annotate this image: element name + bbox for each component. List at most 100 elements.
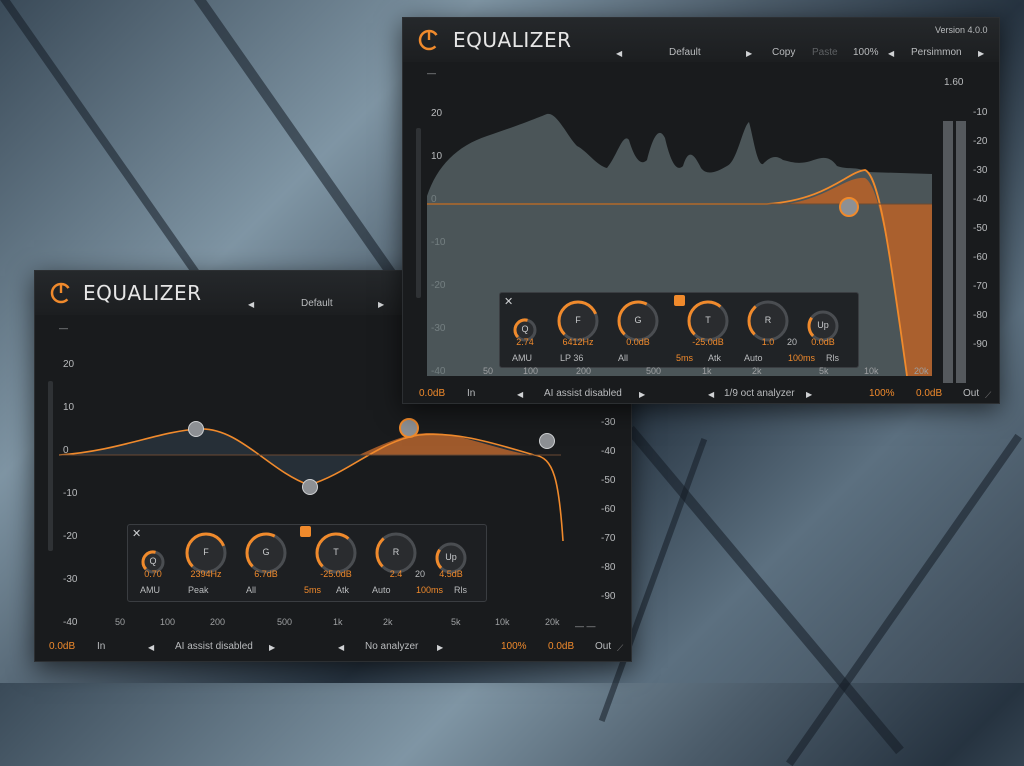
knob-label: G <box>634 315 642 325</box>
db-scale-tick: -30 <box>601 417 616 428</box>
equalizer-window-front: EQUALIZER Version 4.0.0 ◀ Default ▶ Copy… <box>402 17 1000 404</box>
input-gain-slider[interactable] <box>48 381 53 551</box>
release-value[interactable]: 100ms <box>416 585 443 595</box>
close-band-icon[interactable]: ✕ <box>504 295 513 308</box>
analyzer-prev-button[interactable]: ◀ <box>338 643 344 652</box>
mini-controls: — — <box>575 621 596 631</box>
input-gain-value[interactable]: 0.0dB <box>419 388 445 399</box>
release-label: Rls <box>454 585 467 595</box>
frequency-tick: 20k <box>914 366 929 376</box>
frequency-tick: 10k <box>864 366 879 376</box>
ai-assist-status[interactable]: AI assist disabled <box>175 641 253 652</box>
band-handle-selected[interactable] <box>839 197 859 217</box>
attack-label: Atk <box>336 585 350 595</box>
knob-value[interactable]: 0.70 <box>125 569 181 579</box>
band-handle-3-selected[interactable] <box>399 418 419 438</box>
input-gain-slider[interactable] <box>416 128 421 298</box>
db-scale-tick: -80 <box>601 562 616 573</box>
attack-label: Atk <box>708 353 722 363</box>
knob-value[interactable]: -25.0dB <box>308 569 364 579</box>
ratio-max-value: 20 <box>414 569 425 579</box>
preset-name[interactable]: Default <box>301 298 333 309</box>
ai-prev-button[interactable]: ◀ <box>517 390 523 399</box>
resize-grip-icon[interactable]: ⟋ <box>617 643 623 654</box>
theme-name[interactable]: Persimmon <box>911 47 962 58</box>
app-title: EQUALIZER <box>83 281 202 305</box>
knob-label: F <box>575 315 581 325</box>
db-scale-tick: -90 <box>601 591 616 602</box>
theme-next-button[interactable]: ▶ <box>978 49 984 58</box>
power-logo-icon <box>50 282 72 304</box>
copy-button[interactable]: Copy <box>772 47 795 58</box>
preset-next-button[interactable]: ▶ <box>746 49 752 58</box>
analyzer-next-button[interactable]: ▶ <box>806 390 812 399</box>
knob-label: Q <box>521 324 529 334</box>
frequency-tick: 200 <box>210 617 226 627</box>
analyzer-next-button[interactable]: ▶ <box>437 643 443 652</box>
analyzer-mode[interactable]: 1/9 oct analyzer <box>724 388 795 399</box>
channel-select[interactable]: All <box>618 353 628 363</box>
zoom-value[interactable]: 100% <box>853 47 879 58</box>
preset-next-button[interactable]: ▶ <box>378 300 384 309</box>
band-power-icon[interactable] <box>300 526 311 537</box>
output-gain-value[interactable]: 0.0dB <box>548 641 574 652</box>
knob-value[interactable]: 6.7dB <box>238 569 294 579</box>
ai-next-button[interactable]: ▶ <box>639 390 645 399</box>
knob-value[interactable]: -25.0dB <box>680 337 736 347</box>
mix-value[interactable]: 100% <box>869 388 895 399</box>
db-scale-tick: 20 <box>63 359 75 370</box>
close-band-icon[interactable]: ✕ <box>132 527 141 540</box>
frequency-tick: 5k <box>451 617 461 627</box>
knob-value[interactable]: 2.74 <box>497 337 553 347</box>
output-gain-value[interactable]: 0.0dB <box>916 388 942 399</box>
input-label: In <box>467 388 476 399</box>
filter-mode-label: AMU <box>140 585 160 595</box>
band-handle-2[interactable] <box>302 479 318 495</box>
knob-value[interactable]: 2394Hz <box>178 569 234 579</box>
db-scale-left: — <box>59 323 68 333</box>
frequency-tick: 100 <box>160 617 176 627</box>
version-label: Version 4.0.0 <box>935 25 988 35</box>
db-scale-tick: -80 <box>973 310 988 321</box>
knob-label: Up <box>817 320 829 330</box>
db-scale-tick: -90 <box>973 339 988 350</box>
channel-select[interactable]: All <box>246 585 256 595</box>
db-scale-tick: -30 <box>973 165 988 176</box>
input-gain-value[interactable]: 0.0dB <box>49 641 75 652</box>
frequency-tick: 500 <box>646 366 662 376</box>
band-handle-1[interactable] <box>188 421 204 437</box>
mix-value[interactable]: 100% <box>501 641 527 652</box>
input-label: In <box>97 641 106 652</box>
attack-value[interactable]: 5ms <box>676 353 693 363</box>
analyzer-prev-button[interactable]: ◀ <box>708 390 714 399</box>
attack-value[interactable]: 5ms <box>304 585 321 595</box>
knob-value[interactable]: 6412Hz <box>550 337 606 347</box>
preset-prev-button[interactable]: ◀ <box>616 49 622 58</box>
power-logo-icon <box>418 29 440 51</box>
band-control-panel: ✕ Q 0.70 F 2394Hz G 6.7dB T -25.0dB R 2.4 Up 4.5dB 2… <box>127 524 487 602</box>
theme-prev-button[interactable]: ◀ <box>888 49 894 58</box>
db-scale-tick: -40 <box>63 617 78 628</box>
preset-prev-button[interactable]: ◀ <box>248 300 254 309</box>
filter-type-select[interactable]: LP 36 <box>560 353 583 363</box>
knob-label: F <box>203 547 209 557</box>
knob-label: Q <box>149 556 157 566</box>
output-meter-left <box>943 121 953 383</box>
preset-name[interactable]: Default <box>669 47 701 58</box>
frequency-tick: 100 <box>523 366 539 376</box>
resize-grip-icon[interactable]: ⟋ <box>985 390 991 401</box>
knob-value[interactable]: 0.0dB <box>610 337 666 347</box>
ai-next-button[interactable]: ▶ <box>269 643 275 652</box>
filter-type-select[interactable]: Peak <box>188 585 209 595</box>
ai-prev-button[interactable]: ◀ <box>148 643 154 652</box>
db-scale-tick: -50 <box>601 475 616 486</box>
db-scale-left: — <box>427 68 436 78</box>
ai-assist-status[interactable]: AI assist disabled <box>544 388 622 399</box>
analyzer-mode[interactable]: No analyzer <box>365 641 418 652</box>
band-power-icon[interactable] <box>674 295 685 306</box>
release-value[interactable]: 100ms <box>788 353 815 363</box>
meter-peak-value: 1.60 <box>944 77 964 88</box>
paste-button[interactable]: Paste <box>812 47 838 58</box>
db-scale-tick: -60 <box>601 504 616 515</box>
band-handle-4[interactable] <box>539 433 555 449</box>
